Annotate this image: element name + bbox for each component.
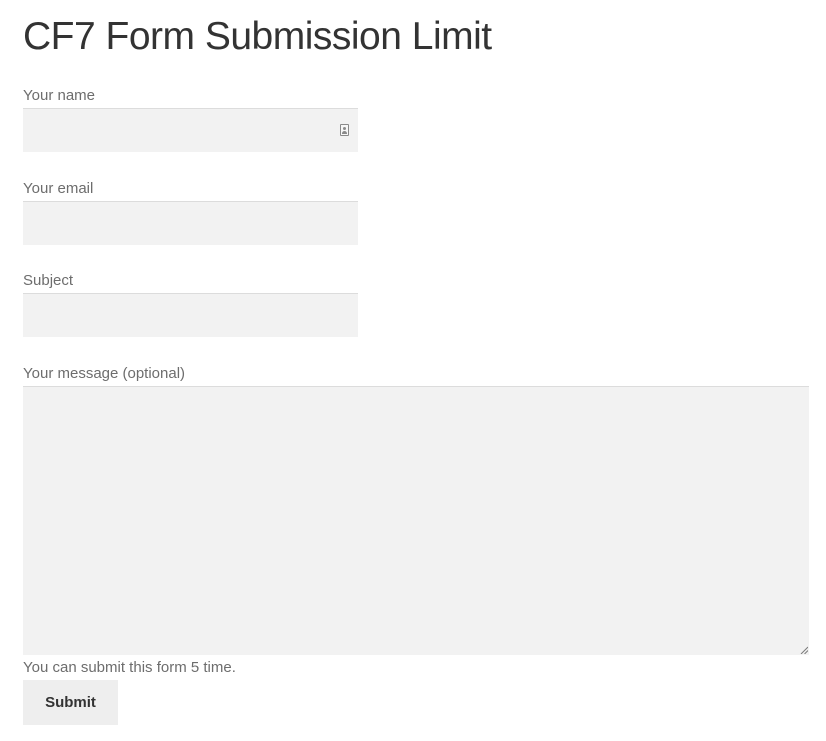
subject-field[interactable] <box>23 293 358 337</box>
submit-button[interactable]: Submit <box>23 680 118 725</box>
email-label: Your email <box>23 180 94 197</box>
contact-card-autofill-icon[interactable] <box>340 124 349 136</box>
email-field[interactable] <box>23 201 358 245</box>
page-title: CF7 Form Submission Limit <box>23 15 492 58</box>
message-textarea[interactable] <box>23 386 809 655</box>
name-field[interactable] <box>23 108 358 152</box>
message-label: Your message (optional) <box>23 365 186 382</box>
subject-label: Subject <box>23 272 74 289</box>
name-label: Your name <box>23 87 95 104</box>
submission-limit-note: You can submit this form 5 time. <box>23 659 236 676</box>
resize-grip-icon[interactable] <box>800 646 808 654</box>
